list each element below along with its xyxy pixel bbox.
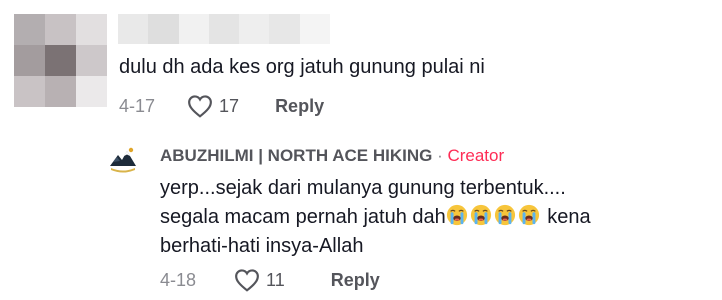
comment-meta: 4-17 17 Reply <box>119 94 324 118</box>
avatar-pixel <box>14 14 45 45</box>
name-blur-block <box>239 14 270 44</box>
avatar-pixel <box>45 14 76 45</box>
avatar-pixel <box>14 76 45 107</box>
commenter-name-blurred[interactable] <box>118 14 330 44</box>
comment-reply-button[interactable]: Reply <box>275 96 324 117</box>
reply-header: ABUZHILMI | NORTH ACE HIKING · Creator <box>160 146 504 166</box>
comment-like-count: 17 <box>219 95 240 116</box>
loudly-crying-face-icon <box>470 204 491 226</box>
emoji-group <box>446 204 542 228</box>
reply-text-line-3: berhati-hati insya-Allah <box>160 235 364 257</box>
heart-icon <box>188 95 212 118</box>
reply-text-line-2: segala macam pernah jatuh dah kena <box>160 203 680 232</box>
avatar-pixel <box>14 45 45 76</box>
reply-text-line-1: yerp...sejak dari mulanya gunung terbent… <box>160 177 566 199</box>
avatar-pixel <box>76 45 107 76</box>
reply-like-button[interactable]: 11 <box>234 268 285 292</box>
reply-meta: 4-18 11 Reply <box>160 268 380 292</box>
comment-like-button[interactable]: 17 <box>187 94 239 118</box>
reply-date: 4-18 <box>160 269 197 290</box>
loudly-crying-face-icon <box>494 204 515 226</box>
avatar-pixel <box>76 14 107 45</box>
name-blur-block <box>208 14 240 44</box>
comment-date: 4-17 <box>119 95 156 116</box>
avatar-pixel <box>45 45 76 76</box>
loudly-crying-face-icon <box>518 204 539 226</box>
name-blur-block <box>269 14 300 44</box>
header-separator: · <box>432 146 448 165</box>
creator-avatar[interactable] <box>104 140 142 178</box>
loudly-crying-face-icon <box>446 204 467 226</box>
name-blur-block <box>178 14 209 44</box>
name-blur-block <box>148 14 179 44</box>
avatar-pixel <box>45 76 76 107</box>
reply-like-count: 11 <box>266 269 285 290</box>
reply-text: yerp...sejak dari mulanya gunung terbent… <box>160 174 680 261</box>
creator-name[interactable]: ABUZHILMI | NORTH ACE HIKING <box>160 146 432 165</box>
creator-badge: Creator <box>447 146 505 165</box>
name-blur-block <box>299 14 330 44</box>
reply-text-line-2-start: segala macam pernah jatuh dah <box>160 206 446 228</box>
reply-text-line-2-end: kena <box>541 206 591 228</box>
name-blur-block <box>118 14 149 44</box>
avatar-pixel <box>76 76 107 107</box>
heart-icon <box>235 269 259 292</box>
reply-reply-button[interactable]: Reply <box>331 270 380 291</box>
mountain-logo-icon <box>105 141 141 177</box>
commenter-avatar[interactable] <box>14 14 107 107</box>
comment-text: dulu dh ada kes org jatuh gunung pulai n… <box>119 56 485 78</box>
